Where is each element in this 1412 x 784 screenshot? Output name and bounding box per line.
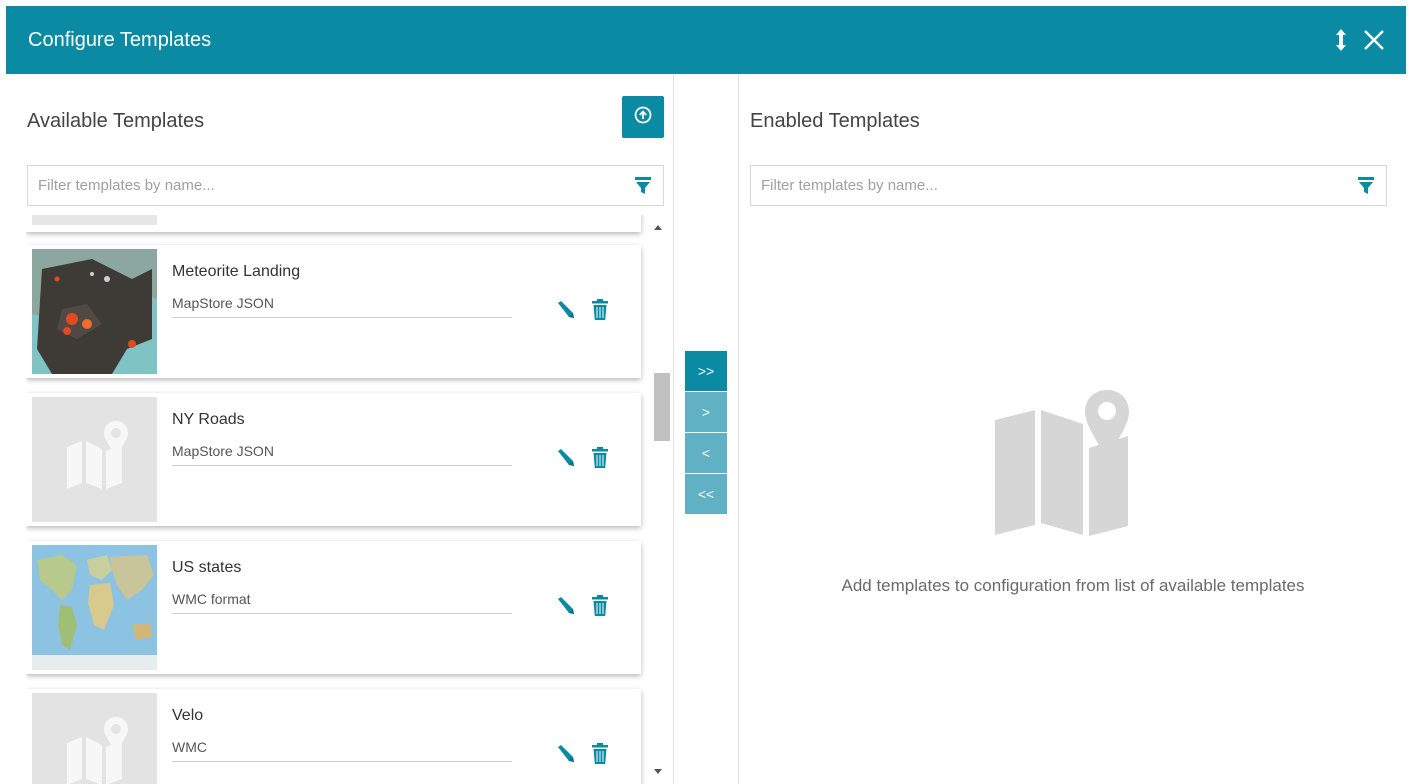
move-all-right-button[interactable]: >> <box>685 351 727 391</box>
empty-state-message: Add templates to configuration from list… <box>841 576 1305 595</box>
map-placeholder-icon <box>32 397 157 522</box>
move-right-button[interactable]: > <box>685 392 727 432</box>
template-card[interactable]: NY Roads MapStore JSON <box>26 393 641 526</box>
enabled-filter-input[interactable] <box>761 177 1346 194</box>
template-thumbnail <box>32 397 157 522</box>
edit-icon[interactable] <box>554 743 576 765</box>
scroll-down-arrow-icon[interactable] <box>654 769 662 774</box>
dialog-header: Configure Templates <box>6 6 1406 74</box>
template-name: NY Roads <box>172 411 245 428</box>
move-left-button[interactable]: < <box>685 433 727 473</box>
available-templates-panel: Available Templates Filter templates by … <box>6 74 674 784</box>
available-filter-box <box>27 165 664 206</box>
template-actions <box>554 299 608 321</box>
trash-icon[interactable] <box>592 595 608 617</box>
header-actions <box>1334 6 1386 74</box>
enabled-templates-title: Enabled Templates <box>750 110 920 132</box>
template-format: MapStore JSON <box>172 443 512 466</box>
template-thumbnail <box>32 215 157 225</box>
template-card[interactable]: US states WMC format <box>26 541 641 674</box>
trash-icon[interactable] <box>592 299 608 321</box>
transfer-controls: >> > < << <box>685 351 727 515</box>
template-name: US states <box>172 559 242 576</box>
template-format: MapStore JSON <box>172 295 512 318</box>
template-thumbnail <box>32 249 157 374</box>
template-card[interactable] <box>26 215 641 232</box>
template-name: Velo <box>172 707 204 724</box>
template-thumbnail <box>32 693 157 784</box>
template-thumbnail <box>32 545 157 670</box>
template-card[interactable]: Meteorite Landing MapStore JSON <box>26 245 641 378</box>
upload-template-button[interactable] <box>622 96 664 138</box>
trash-icon[interactable] <box>592 447 608 469</box>
dialog-title: Configure Templates <box>28 28 212 51</box>
template-actions <box>554 595 608 617</box>
scrollbar-thumb[interactable] <box>654 373 670 441</box>
template-format: WMC <box>172 739 512 762</box>
list-scrollbar[interactable] <box>650 215 670 784</box>
upload-icon <box>634 106 652 129</box>
template-actions <box>554 743 608 765</box>
template-format: WMC format <box>172 591 512 614</box>
scroll-up-arrow-icon[interactable] <box>654 225 662 230</box>
resize-vertical-icon[interactable] <box>1334 28 1348 52</box>
edit-icon[interactable] <box>554 595 576 617</box>
available-templates-list: Meteorite Landing MapStore JSON NY Roads… <box>26 215 658 784</box>
empty-map-icon <box>995 390 1145 545</box>
trash-icon[interactable] <box>592 743 608 765</box>
close-icon[interactable] <box>1362 28 1386 52</box>
enabled-filter-box <box>750 165 1387 206</box>
enabled-templates-panel: Enabled Templates Add templates to confi… <box>738 74 1406 784</box>
edit-icon[interactable] <box>554 299 576 321</box>
move-all-left-button[interactable]: << <box>685 474 727 514</box>
filter-icon[interactable] <box>623 176 663 195</box>
available-templates-title: Available Templates <box>27 110 205 132</box>
filter-icon[interactable] <box>1346 176 1386 195</box>
edit-icon[interactable] <box>554 447 576 469</box>
template-card[interactable]: Velo WMC <box>26 689 641 784</box>
template-actions <box>554 447 608 469</box>
available-filter-input[interactable] <box>38 177 623 194</box>
template-name: Meteorite Landing <box>172 263 301 280</box>
